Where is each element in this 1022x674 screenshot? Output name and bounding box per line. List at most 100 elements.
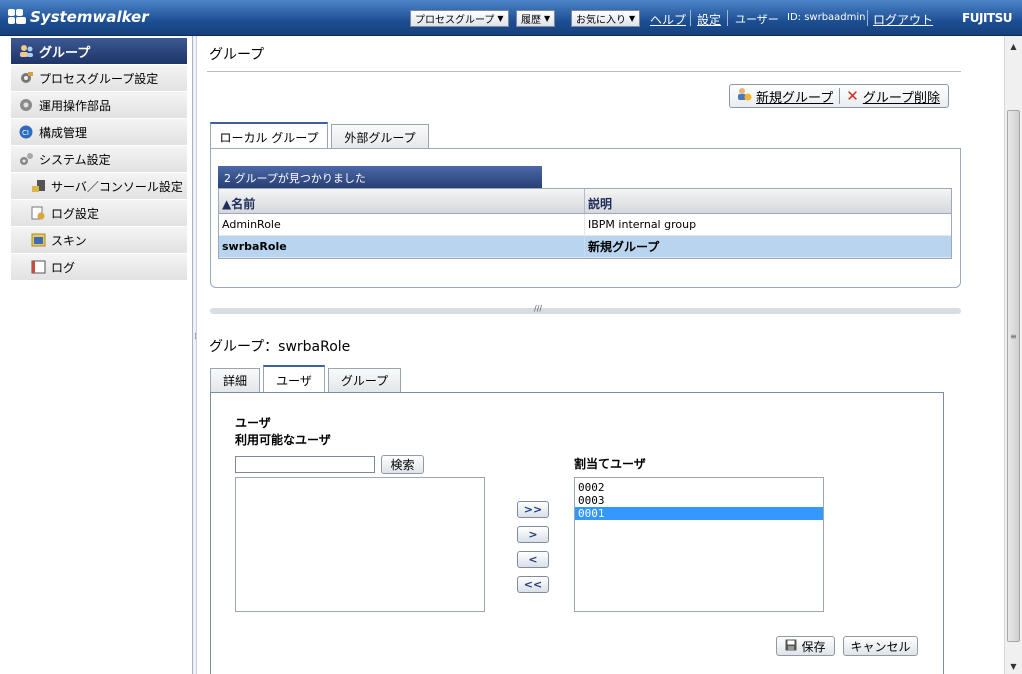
tab-local-group[interactable]: ローカル グループ — [210, 122, 328, 150]
chevron-down-icon: ▼ — [629, 14, 636, 23]
sidebar-item-log-settings[interactable]: ログ設定 — [11, 200, 187, 227]
sidebar-item-label: ログ — [51, 260, 76, 275]
process-group-label: プロセスグループ — [415, 15, 495, 26]
group-table: ▲名前 説明 AdminRole IBPM internal group swr… — [218, 188, 952, 259]
sidebar-item-server-console-settings[interactable]: サーバ／コンソール設定 — [11, 173, 187, 200]
list-item[interactable]: 0002 — [575, 481, 823, 494]
group-icon — [19, 44, 34, 58]
sidebar-item-label: プロセスグループ設定 — [39, 71, 159, 86]
sidebar-item-configuration[interactable]: CI 構成管理 — [11, 119, 187, 146]
sidebar: グループ プロセスグループ設定 運用操作部品 CI 構成管理 システム設定 サー… — [0, 36, 193, 674]
sidebar-item-group[interactable]: グループ — [11, 38, 187, 65]
table-header: ▲名前 説明 — [219, 189, 951, 214]
svg-text:CI: CI — [22, 129, 29, 137]
list-item[interactable]: 0001 — [575, 507, 823, 520]
sidebar-item-system-settings[interactable]: システム設定 — [11, 146, 187, 173]
sidebar-item-label: グループ — [39, 45, 91, 61]
divider — [839, 88, 841, 104]
skin-icon — [31, 233, 46, 247]
scrollbar-thumb[interactable] — [1007, 110, 1020, 642]
fujitsu-logo: FUJITSU — [962, 11, 1012, 25]
found-count-text: 2 グループが見つかりました — [224, 172, 366, 185]
tab-users[interactable]: ユーザ — [263, 365, 325, 393]
tab-external-group[interactable]: 外部グループ — [331, 124, 429, 150]
save-icon — [785, 639, 797, 654]
settings-link[interactable]: 設定 — [697, 11, 721, 28]
process-group-icon — [19, 71, 34, 85]
sidebar-item-skin[interactable]: スキン — [11, 227, 187, 254]
add-all-button[interactable]: >> — [517, 501, 549, 518]
sidebar-item-label: 構成管理 — [39, 125, 88, 140]
assigned-users-list[interactable]: 0002 0003 0001 — [574, 477, 824, 612]
systemwalker-logo: Systemwalker — [8, 8, 149, 26]
column-header-name[interactable]: ▲名前 — [219, 189, 585, 213]
sidebar-item-label: スキン — [51, 233, 87, 248]
log-icon — [31, 260, 46, 274]
list-item[interactable]: 0003 — [575, 494, 823, 507]
search-input[interactable] — [235, 456, 375, 473]
group-toolbar: 新規グループ ✕ グループ削除 — [729, 84, 949, 108]
sidebar-item-operation-parts[interactable]: 運用操作部品 — [11, 92, 187, 119]
scroll-down-icon[interactable]: ▼ — [1005, 658, 1022, 674]
favorites-label: お気に入り — [576, 15, 626, 26]
app-header: Systemwalker プロセスグループ ▼ 履歴 ▼ お気に入り ▼ ヘルプ… — [0, 0, 1022, 36]
divider — [690, 10, 691, 26]
help-link[interactable]: ヘルプ — [650, 11, 686, 28]
sidebar-item-label: システム設定 — [39, 152, 111, 167]
new-group-button[interactable]: 新規グループ — [756, 87, 833, 106]
sidebar-item-label: 運用操作部品 — [39, 98, 112, 113]
page-title: グループ — [209, 47, 265, 63]
save-button[interactable]: 保存 — [776, 636, 835, 656]
divider — [207, 71, 961, 72]
sidebar-item-label: ログ設定 — [51, 206, 100, 221]
scroll-up-icon[interactable]: ▲ — [1005, 38, 1022, 54]
remove-button[interactable]: < — [517, 551, 549, 568]
chevron-down-icon: ▼ — [497, 14, 504, 23]
delete-icon: ✕ — [846, 87, 859, 105]
tab-details[interactable]: 詳細 — [210, 368, 260, 392]
main-content: グループ 新規グループ ✕ グループ削除 ローカル グループ 外部グループ 2 … — [197, 36, 1003, 674]
remove-all-button[interactable]: << — [517, 576, 549, 593]
logo-text: Systemwalker — [30, 8, 149, 26]
favorites-dropdown[interactable]: お気に入り ▼ — [571, 10, 641, 27]
sidebar-item-log[interactable]: ログ — [11, 254, 187, 281]
gear-icon — [19, 98, 34, 112]
add-button[interactable]: > — [517, 526, 549, 543]
logo-mark-icon — [8, 9, 26, 25]
table-row[interactable]: swrbaRole 新規グループ — [219, 235, 951, 258]
horizontal-splitter[interactable] — [210, 308, 961, 314]
user-label: ユーザー — [735, 13, 779, 26]
divider — [727, 10, 728, 26]
history-label: 履歴 — [521, 15, 541, 26]
vertical-scrollbar[interactable]: ▲ ≡ ▼ — [1004, 36, 1022, 674]
delete-group-button[interactable]: グループ削除 — [863, 87, 940, 106]
new-group-icon — [736, 87, 752, 105]
divider — [867, 10, 868, 26]
section-label: ユーザ — [235, 416, 271, 430]
available-users-list[interactable] — [235, 477, 485, 612]
log-settings-icon — [31, 206, 46, 220]
search-button[interactable]: 検索 — [381, 455, 424, 474]
found-count-bar: 2 グループが見つかりました — [218, 166, 542, 188]
save-label: 保存 — [801, 639, 826, 654]
process-group-dropdown[interactable]: プロセスグループ ▼ — [410, 10, 509, 27]
history-dropdown[interactable]: 履歴 ▼ — [516, 10, 556, 27]
cell-name: swrbaRole — [219, 235, 585, 258]
logout-link[interactable]: ログアウト — [873, 11, 933, 28]
settings-icon — [19, 152, 34, 166]
chevron-down-icon: ▼ — [544, 14, 551, 23]
assigned-users-label: 割当てユーザ — [574, 457, 646, 471]
cell-name: AdminRole — [219, 213, 585, 236]
server-icon — [31, 179, 46, 193]
cell-description: 新規グループ — [588, 240, 660, 254]
detail-title: グループ：swrbaRole — [209, 339, 351, 355]
cell-description: IBPM internal group — [588, 218, 697, 231]
tab-groups[interactable]: グループ — [328, 368, 401, 392]
table-row[interactable]: AdminRole IBPM internal group — [219, 213, 951, 236]
user-id: ID: swrbaadmin — [787, 12, 866, 23]
sidebar-item-process-group-settings[interactable]: プロセスグループ設定 — [11, 65, 187, 92]
available-users-label: 利用可能なユーザ — [235, 433, 331, 447]
cancel-button[interactable]: キャンセル — [843, 636, 918, 656]
sidebar-item-label: サーバ／コンソール設定 — [51, 179, 183, 194]
column-header-description[interactable]: 説明 — [585, 189, 951, 213]
